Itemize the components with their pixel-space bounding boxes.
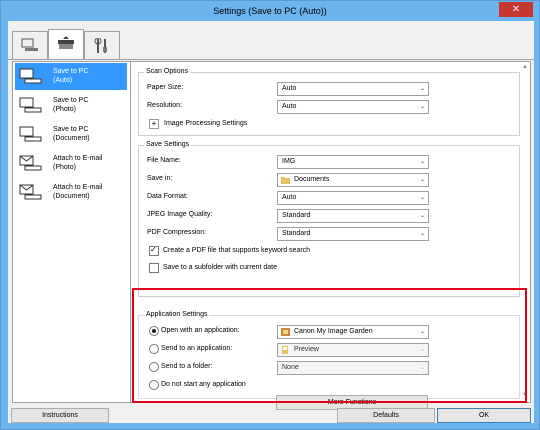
sidebar-item-save-to-pc-auto[interactable]: Save to PC (Auto): [15, 63, 127, 90]
jpeg-quality-dropdown[interactable]: Standard ⌄: [277, 209, 429, 223]
resolution-label: Resolution:: [147, 102, 183, 109]
chevron-down-icon: ⌄: [419, 231, 425, 237]
sidebar-item-label: Save to PC (Document): [53, 126, 90, 142]
data-format-dropdown[interactable]: Auto ⌄: [277, 191, 429, 205]
jpeg-quality-label: JPEG Image Quality:: [147, 211, 213, 218]
file-name-label: File Name:: [147, 157, 181, 164]
expand-image-processing-button[interactable]: +: [149, 119, 159, 129]
instructions-button[interactable]: Instructions: [11, 408, 109, 423]
sidebar-item-label: Attach to E-mail (Photo): [53, 155, 103, 171]
save-to-pc-icon: [19, 97, 42, 113]
data-format-label: Data Format:: [147, 193, 188, 200]
sidebar-item-save-to-pc-document[interactable]: Save to PC (Document): [15, 121, 127, 148]
sidebar-item-label: Save to PC (Auto): [53, 68, 89, 84]
save-to-pc-icon: [19, 68, 42, 84]
sidebar-item-label: Save to PC (Photo): [53, 97, 89, 113]
image-processing-label[interactable]: Image Processing Settings: [164, 120, 247, 127]
sidebar-item-attach-email-document[interactable]: Attach to E-mail (Document): [15, 179, 127, 206]
highlight-frame: [132, 288, 527, 403]
title-bar[interactable]: Settings (Save to PC (Auto)) ✕: [1, 1, 539, 21]
chevron-down-icon: ⌄: [419, 177, 425, 183]
paper-size-label: Paper Size:: [147, 84, 184, 91]
tab-divider: [8, 59, 534, 60]
chevron-down-icon: ⌄: [419, 195, 425, 201]
close-button[interactable]: ✕: [499, 2, 533, 17]
save-to-pc-icon: [19, 126, 42, 142]
resolution-dropdown[interactable]: Auto ⌄: [277, 100, 429, 114]
window-title: Settings (Save to PC (Auto)): [213, 6, 327, 16]
paper-size-dropdown[interactable]: Auto ⌄: [277, 82, 429, 96]
folder-icon: [281, 177, 290, 184]
scan-from-computer-tab[interactable]: [12, 31, 48, 59]
chevron-down-icon: ⌄: [419, 159, 425, 165]
ok-button[interactable]: OK: [437, 408, 531, 423]
scan-from-operation-panel-tab[interactable]: [48, 29, 84, 60]
defaults-button[interactable]: Defaults: [337, 408, 435, 423]
save-in-label: Save in:: [147, 175, 173, 182]
sidebar-item-attach-email-photo[interactable]: Attach to E-mail (Photo): [15, 150, 127, 177]
email-icon: [19, 155, 42, 171]
subfolder-label[interactable]: Save to a subfolder with current date: [163, 264, 277, 271]
chevron-down-icon: ⌄: [419, 86, 425, 92]
email-icon: [19, 184, 42, 200]
tools-icon: [94, 38, 107, 53]
scanner-icon: [58, 36, 74, 49]
pdf-compression-label: PDF Compression:: [147, 229, 207, 236]
sidebar-item-save-to-pc-photo[interactable]: Save to PC (Photo): [15, 92, 127, 119]
sidebar: Save to PC (Auto) Save to PC (Photo) Save …: [12, 61, 132, 403]
save-in-dropdown[interactable]: Documents ⌄: [277, 173, 429, 187]
general-settings-tab[interactable]: [84, 31, 120, 59]
keyword-search-checkbox[interactable]: [149, 245, 159, 256]
group-title: Scan Options: [144, 68, 191, 75]
scroll-up-icon[interactable]: ▲: [522, 64, 528, 70]
subfolder-checkbox[interactable]: [149, 263, 159, 273]
chevron-down-icon: ⌄: [419, 104, 425, 110]
client-area: Save to PC (Auto) Save to PC (Photo) Save …: [8, 21, 534, 423]
chevron-down-icon: ⌄: [419, 213, 425, 219]
computer-scanner-icon: [21, 38, 38, 51]
file-name-combobox[interactable]: IMG ⌄: [277, 155, 429, 169]
scan-options-group: Scan Options Paper Size: Auto ⌄ Resoluti…: [138, 68, 520, 136]
settings-window: Settings (Save to PC (Auto)) ✕ Save to P…: [0, 0, 540, 430]
save-settings-group: Save Settings File Name: IMG ⌄ Save in: …: [138, 141, 520, 297]
group-title: Save Settings: [144, 141, 192, 148]
keyword-search-label[interactable]: Create a PDF file that supports keyword …: [163, 247, 310, 254]
pdf-compression-dropdown[interactable]: Standard ⌄: [277, 227, 429, 241]
sidebar-item-label: Attach to E-mail (Document): [53, 184, 103, 200]
